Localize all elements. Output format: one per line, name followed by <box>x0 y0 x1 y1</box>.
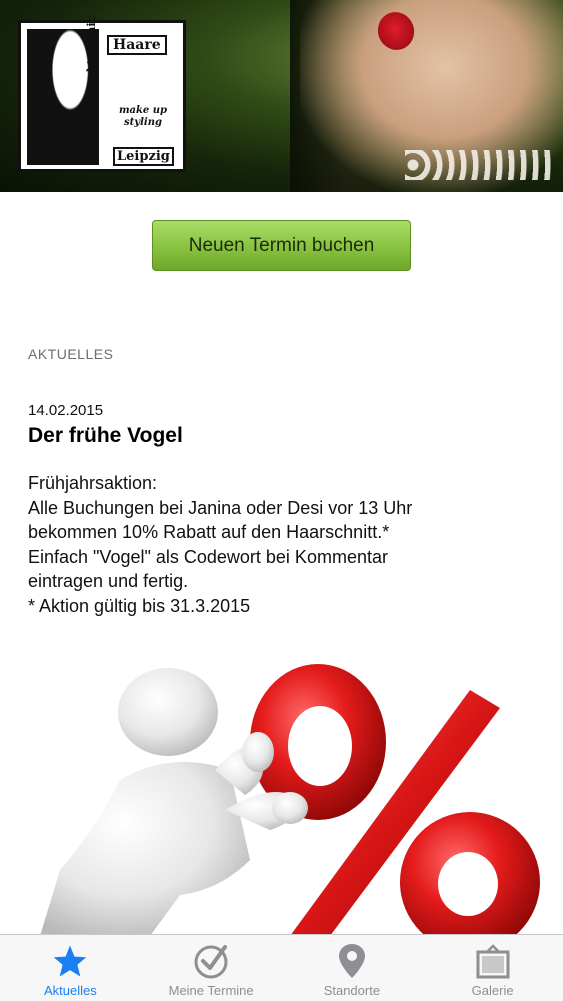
tab-meine-termine[interactable]: Meine Termine <box>141 935 282 1001</box>
salon-logo: Haare make up styling Leipzig spektat Ch… <box>18 16 186 172</box>
post-body-line: eintragen und fertig. <box>28 571 189 591</box>
tab-aktuelles[interactable]: Aktuelles <box>0 935 141 1001</box>
book-appointment-button[interactable]: Neuen Termin buchen <box>152 220 411 271</box>
logo-text-makeup: make up styling <box>118 105 168 128</box>
tab-bar: Aktuelles Meine Termine Standorte Galeri… <box>0 934 563 1001</box>
header-banner: Haare make up styling Leipzig spektat Ch… <box>0 0 563 192</box>
star-icon <box>50 943 90 979</box>
tab-label: Standorte <box>323 983 381 998</box>
post-body: Frühjahrsaktion: Alle Buchungen bei Jani… <box>28 471 548 618</box>
post-body-line: Einfach "Vogel" als Codewort bei Komment… <box>28 546 388 567</box>
tab-label: Galerie <box>471 983 514 998</box>
post-title: Der frühe Vogel <box>28 424 183 447</box>
section-label: AKTUELLES <box>28 346 114 362</box>
post-body-line: * Aktion gültig bis 31.3.2015 <box>28 595 251 616</box>
post-body-line: Alle Buchungen bei Janina oder Desi vor … <box>28 497 413 518</box>
post-body-line: Frühjahrsaktion: <box>28 473 158 493</box>
post-date: 14.02.2015 <box>28 402 104 419</box>
logo-text-vertical: spektat Chic <box>85 15 98 93</box>
banner-pearls <box>405 150 555 180</box>
location-pin-icon <box>332 943 372 979</box>
gallery-icon <box>473 943 513 979</box>
percent-push-illustration <box>40 664 540 936</box>
checkmark-circle-icon <box>191 943 231 979</box>
logo-text-leipzig: Leipzig <box>113 147 174 166</box>
tab-label: Aktuelles <box>44 983 97 998</box>
tab-galerie[interactable]: Galerie <box>422 935 563 1001</box>
tab-label: Meine Termine <box>168 983 254 998</box>
logo-text-haare: Haare <box>107 35 167 55</box>
tab-standorte[interactable]: Standorte <box>282 935 423 1001</box>
post-image <box>0 660 563 936</box>
post-body-line: bekommen 10% Rabatt auf den Haarschnitt.… <box>28 522 390 542</box>
